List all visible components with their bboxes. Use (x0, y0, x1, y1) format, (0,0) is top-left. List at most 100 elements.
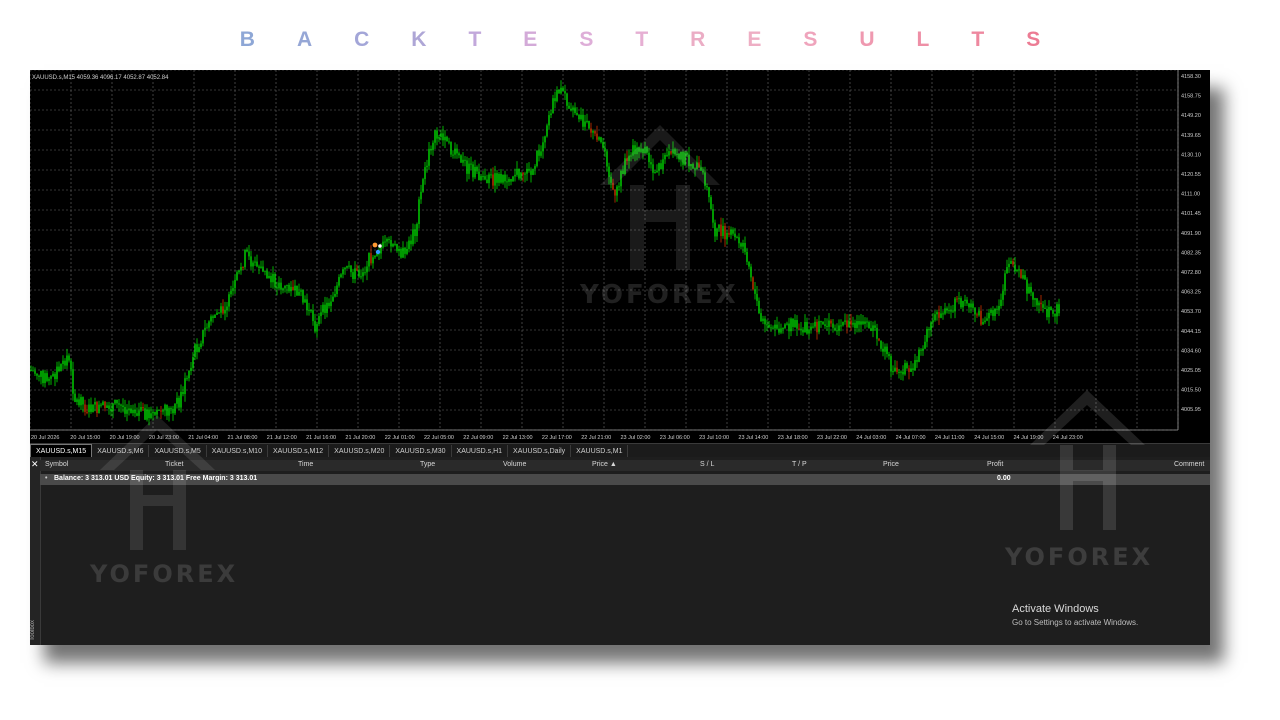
candle-body (1026, 279, 1028, 294)
candle-body (672, 149, 674, 154)
candle-body (436, 130, 438, 139)
candle-body (774, 324, 776, 329)
title-letter: E (747, 28, 762, 51)
candle-body (380, 247, 382, 254)
candle-body (912, 368, 914, 370)
column-header[interactable]: Time (298, 461, 313, 468)
candle-body (310, 310, 312, 312)
candle-body (1010, 261, 1012, 264)
candle-body (652, 164, 654, 173)
candle-body (542, 142, 544, 152)
balance-row[interactable]: • Balance: 3 313.01 USD Equity: 3 313.01… (40, 474, 1210, 485)
candle-body (844, 320, 846, 322)
candle-body (70, 360, 72, 370)
activate-windows-notice: Activate Windows Go to Settings to activ… (1012, 603, 1138, 627)
candle-body (370, 253, 372, 264)
candle-body (402, 247, 404, 258)
candle-body (32, 370, 34, 372)
candle-body (662, 159, 664, 170)
candle-body (616, 186, 618, 196)
candle-body (356, 268, 358, 271)
candle-body (800, 328, 802, 331)
candle-body (368, 253, 370, 267)
candle-body (484, 176, 486, 180)
candle-body (440, 133, 442, 138)
candle-body (708, 187, 710, 198)
candle-body (808, 329, 810, 334)
candle-body (336, 285, 338, 295)
candle-body (112, 403, 114, 412)
candle-body (552, 98, 554, 114)
toolbox-label: Toolbox (30, 620, 36, 641)
column-header[interactable]: Comment (1174, 461, 1204, 468)
time-axis-label: 23 Jul 18:00 (778, 435, 808, 441)
candle-body (968, 303, 970, 308)
candle-body (776, 324, 778, 329)
candle-body (590, 128, 592, 133)
candle-body (896, 367, 898, 372)
candle-body (624, 158, 626, 175)
chart-tab[interactable]: XAUUSD.s,M15 (30, 444, 93, 458)
candle-body (972, 303, 974, 308)
candle-body (836, 330, 838, 332)
title-letter: S (803, 28, 818, 51)
terminal-sidebar: ✕ Toolbox (30, 457, 41, 645)
candle-body (132, 409, 134, 413)
candle-body (620, 170, 622, 187)
candle-body (978, 310, 980, 316)
candle-body (904, 363, 906, 375)
candle-body (328, 302, 330, 307)
time-axis-label: 21 Jul 04:00 (188, 435, 218, 441)
candle-body (60, 364, 62, 372)
candle-body (224, 309, 226, 314)
trade-marker (375, 249, 381, 255)
price-chart[interactable]: XAUUSD.s,M15 4059.36 4096.17 4052.87 405… (30, 70, 1210, 443)
candle-body (596, 133, 598, 140)
column-header[interactable]: Symbol (45, 461, 68, 468)
candle-body (192, 357, 194, 368)
candle-body (810, 326, 812, 330)
candle-body (324, 304, 326, 313)
column-header[interactable]: Volume (503, 461, 526, 468)
time-axis-label: 20 Jul 19:00 (110, 435, 140, 441)
candle-body (876, 327, 878, 339)
candle-body (960, 298, 962, 308)
candle-body (130, 408, 132, 413)
candle-body (778, 328, 780, 333)
candle-body (934, 314, 936, 321)
activate-windows-subtitle: Go to Settings to activate Windows. (1012, 618, 1139, 627)
candle-body (862, 321, 864, 324)
candle-body (574, 107, 576, 113)
candle-body (860, 321, 862, 325)
candle-body (326, 302, 328, 313)
candle-body (384, 241, 386, 243)
time-axis-label: 23 Jul 02:00 (621, 435, 651, 441)
candle-body (626, 158, 628, 161)
candle-body (44, 373, 46, 384)
close-icon[interactable]: ✕ (31, 459, 39, 470)
candle-body (714, 222, 716, 237)
candle-body (66, 355, 68, 366)
candle-body (704, 172, 706, 187)
candle-body (550, 113, 552, 116)
candle-body (886, 346, 888, 355)
candle-body (530, 170, 532, 175)
column-header[interactable]: Type (420, 461, 435, 468)
time-axis-label: 22 Jul 13:00 (503, 435, 533, 441)
column-header[interactable]: Price (883, 461, 899, 468)
column-header[interactable]: Ticket (165, 461, 183, 468)
column-header[interactable]: Price ▲ (592, 461, 617, 468)
candle-body (382, 241, 384, 248)
candle-body (64, 360, 66, 366)
candle-body (464, 159, 466, 161)
candle-body (828, 320, 830, 327)
column-header[interactable]: S / L (700, 461, 714, 468)
column-header[interactable]: T / P (792, 461, 807, 468)
column-header[interactable]: Profit (987, 461, 1003, 468)
candle-body (346, 266, 348, 268)
candle-body (428, 148, 430, 166)
candle-body (54, 373, 56, 380)
candle-body (1000, 299, 1002, 306)
candle-body (1002, 290, 1004, 300)
candle-body (300, 290, 302, 292)
